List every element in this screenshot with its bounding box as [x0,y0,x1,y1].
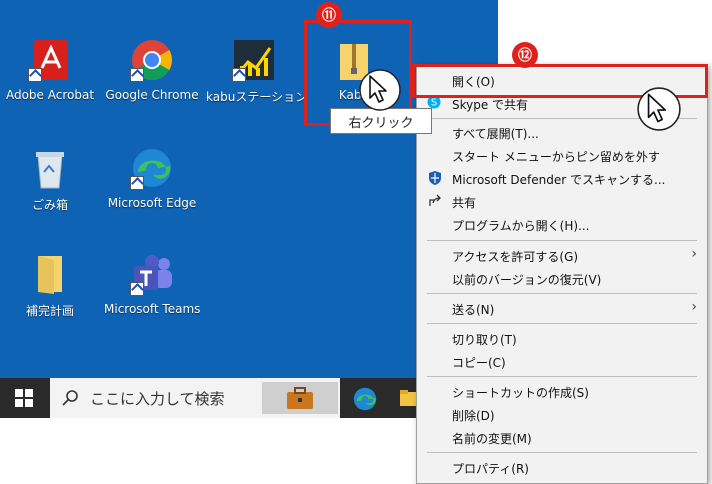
menu-item-label: コピー(C) [452,356,506,370]
menu-item-label: 切り取り(T) [452,333,517,347]
search-icon [62,390,78,406]
menu-item-share[interactable]: 共有 [417,190,707,212]
desktop-icon-microsoft-teams[interactable]: Microsoft Teams [104,252,200,316]
svg-text:S: S [431,98,437,109]
menu-separator [427,376,697,377]
start-button[interactable] [0,378,48,418]
menu-separator [427,452,697,453]
menu-item-defender-scan[interactable]: Microsoft Defender でスキャンする... [417,167,707,189]
menu-item-open-with[interactable]: プログラムから開く(H)... [417,213,707,235]
menu-item-label: プログラムから開く(H)... [452,219,590,233]
kabu-station-icon [232,38,276,82]
menu-item-label: すべて展開(T)... [452,127,539,141]
menu-item-label: プロパティ(R) [452,462,529,476]
menu-item-label: Microsoft Defender でスキャンする... [452,173,666,187]
folder-icon [400,390,416,406]
desktop-icon-label: Microsoft Teams [104,302,201,316]
desktop-icon-microsoft-edge[interactable]: Microsoft Edge [104,146,200,210]
menu-item-label: 共有 [452,196,477,210]
desktop-icon-kabu-station[interactable]: kabuステーション [206,38,308,105]
menu-item-rename[interactable]: 名前の変更(M) [417,426,707,448]
desktop-icon-label: 補完計画 [25,304,74,318]
taskbar-briefcase-button[interactable] [262,382,338,414]
menu-separator [427,323,697,324]
windows-icon [15,389,33,407]
desktop-icon-recycle-bin[interactable]: ごみ箱 [2,146,98,213]
mouse-pointer-icon [637,87,681,131]
desktop-icon-folder[interactable]: 補完計画 [2,252,98,319]
menu-item-copy[interactable]: コピー(C) [417,350,707,372]
menu-item-label: 名前の変更(M) [452,432,532,446]
cursor-circle-step11 [358,68,402,112]
menu-item-create-shortcut[interactable]: ショートカットの作成(S) [417,380,707,402]
menu-separator [427,293,697,294]
teams-icon [130,252,174,296]
chevron-right-icon: › [691,246,697,262]
cursor-circle-step12 [636,86,682,132]
chrome-icon [130,38,174,82]
share-icon [427,193,443,209]
recycle-bin-icon [28,146,72,190]
taskbar-explorer-button[interactable] [400,388,416,410]
menu-item-cut[interactable]: 切り取り(T) [417,327,707,349]
desktop-icon-label: Microsoft Edge [107,196,197,210]
desktop-icon-label: kabuステーション [206,90,308,104]
adobe-acrobat-icon [28,38,72,82]
taskbar-edge-button[interactable] [352,386,378,412]
mouse-pointer-icon [359,69,401,111]
defender-shield-icon [427,170,443,186]
desktop-icon-label: ごみ箱 [31,198,68,212]
desktop-icon-adobe-acrobat[interactable]: Adobe Acrobat [2,38,98,102]
menu-item-send-to[interactable]: 送る(N) › [417,297,707,319]
search-placeholder: ここに入力して検索 [90,389,225,408]
chevron-right-icon: › [691,299,697,315]
briefcase-icon [287,387,313,409]
menu-item-label: Skype で共有 [452,98,529,112]
menu-item-label: スタート メニューからピン留めを外す [452,150,660,164]
menu-item-label: ショートカットの作成(S) [452,386,589,400]
menu-item-label: 削除(D) [452,409,495,423]
edge-icon [130,146,174,190]
folder-icon [28,252,72,296]
menu-item-label: 以前のバージョンの復元(V) [452,273,602,287]
menu-item-properties[interactable]: プロパティ(R) [417,456,707,478]
desktop-icon-label: Google Chrome [105,88,199,102]
menu-item-unpin-start[interactable]: スタート メニューからピン留めを外す [417,144,707,166]
desktop-icon-label: Adobe Acrobat [5,88,95,102]
menu-item-restore-versions[interactable]: 以前のバージョンの復元(V) [417,267,707,289]
menu-separator [427,240,697,241]
menu-item-label: 送る(N) [452,303,495,317]
menu-item-give-access[interactable]: アクセスを許可する(G) › [417,244,707,266]
step-11-badge: ⑪ [316,2,342,28]
menu-item-delete[interactable]: 削除(D) [417,403,707,425]
edge-icon [353,387,377,411]
step-12-badge: ⑫ [512,42,538,68]
desktop-icon-google-chrome[interactable]: Google Chrome [104,38,200,102]
menu-item-label: アクセスを許可する(G) [452,250,579,264]
